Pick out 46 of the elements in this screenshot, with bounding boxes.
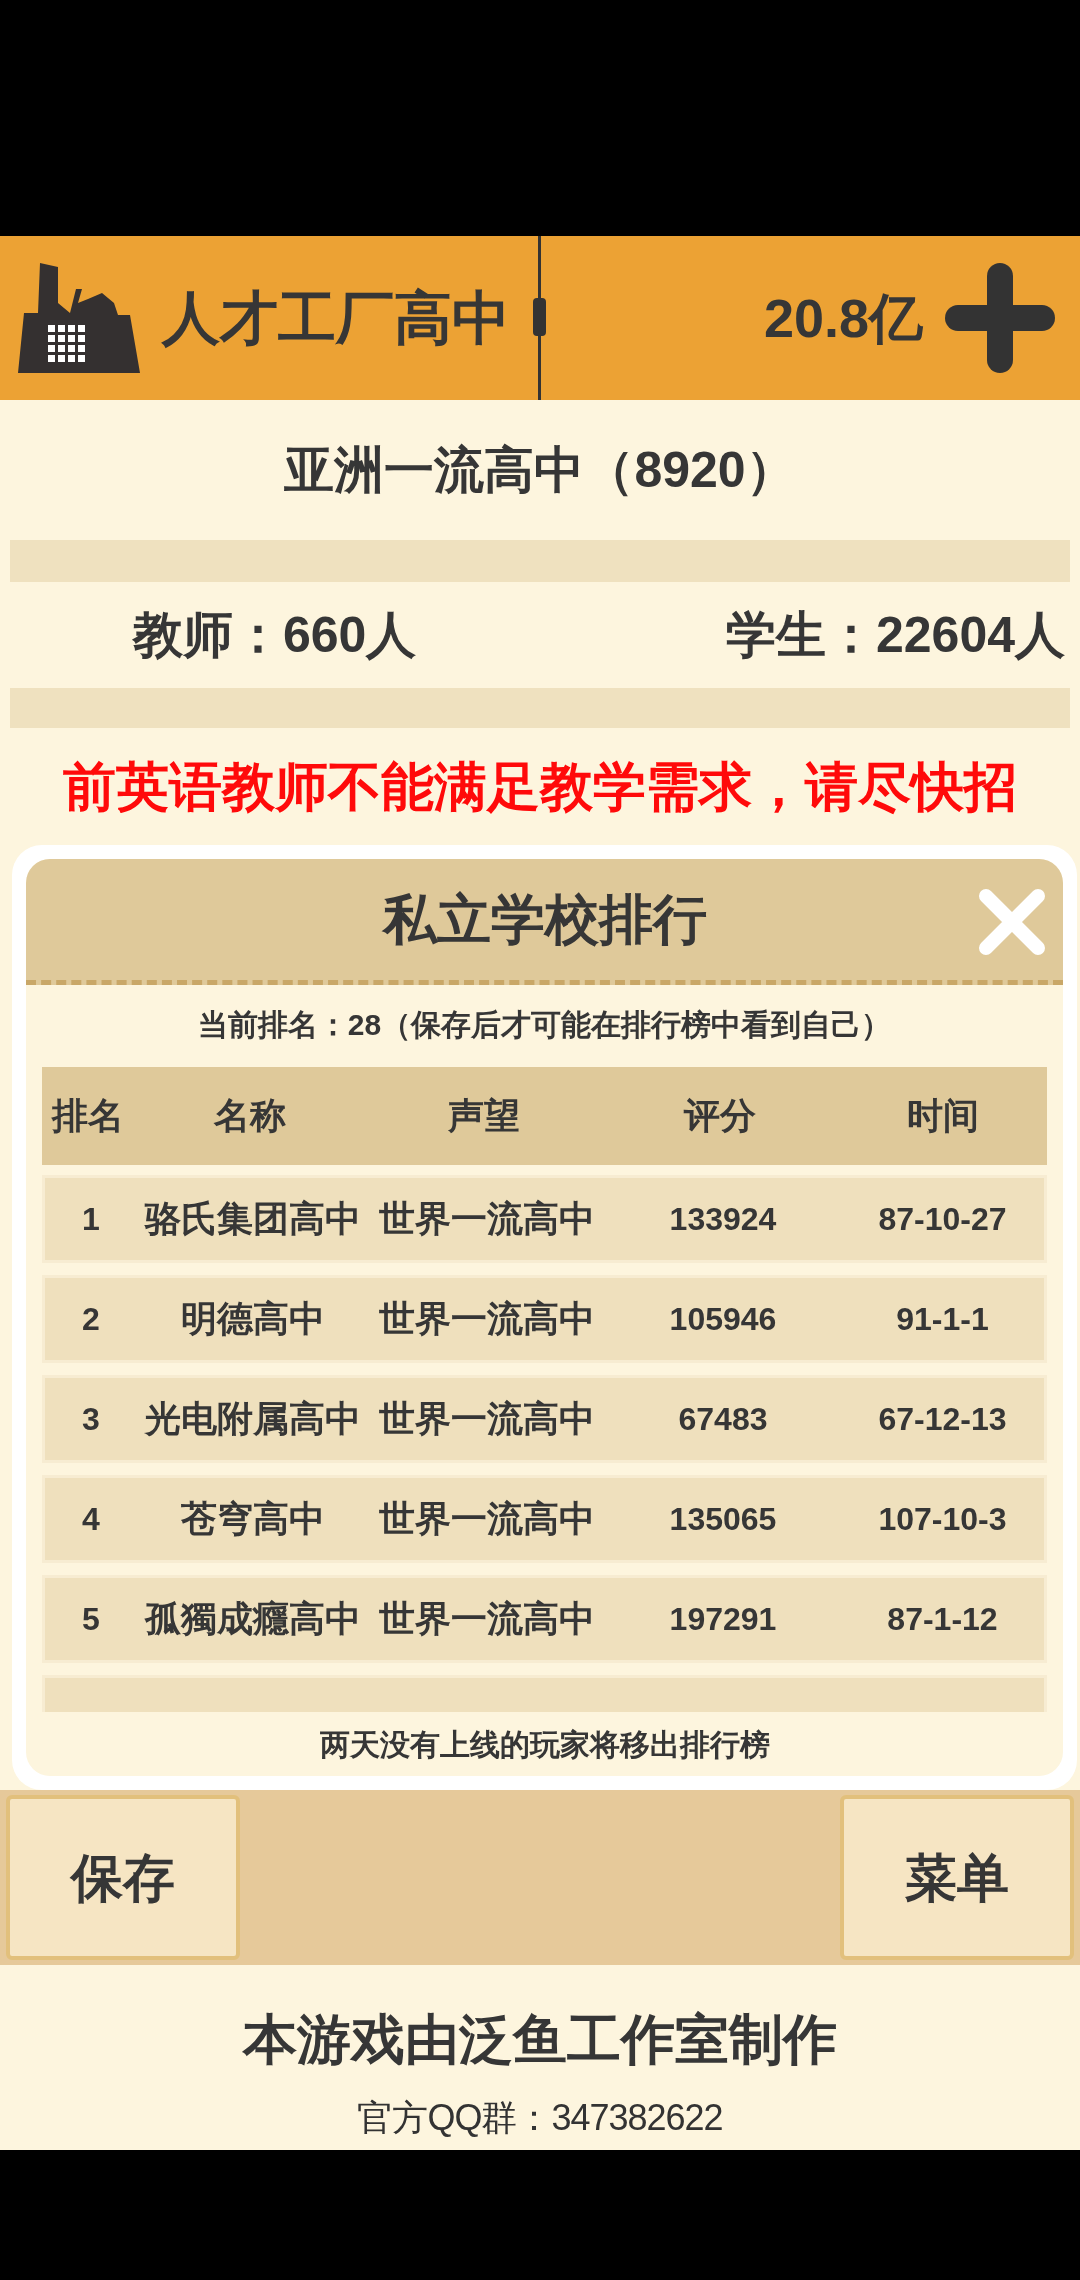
warning-message: 前英语教师不能满足教学需求，请尽快招 <box>63 755 1017 818</box>
stat-text: 学生：22604人 <box>725 605 1065 665</box>
dialog-title: 私立学校排行 <box>382 888 707 951</box>
table-cell-text: 87-10-27 <box>878 1200 1007 1239</box>
table-cell-text: 3 <box>82 1400 100 1439</box>
table-cell-text: 135065 <box>669 1500 777 1539</box>
table-cell-text: 世界一流高中 <box>379 1597 595 1641</box>
column-header: 名称 <box>214 1094 286 1138</box>
table-cell-text: 骆氏集团高中 <box>145 1197 361 1241</box>
table-cell-text: 世界一流高中 <box>379 1497 595 1541</box>
table-cell-text: 87-1-12 <box>887 1600 998 1639</box>
table-cell-text: 197291 <box>669 1600 777 1639</box>
table-cell-text: 明德高中 <box>181 1297 325 1341</box>
save-button[interactable]: 保存 <box>6 1795 240 1960</box>
current-rank-text: 当前排名：28（保存后才可能在排行榜中看到自己） <box>197 1006 892 1043</box>
table-cell-text: 孤獨成癮高中 <box>145 1597 361 1641</box>
stat-text: 教师：660人 <box>133 605 417 665</box>
divider-handle[interactable] <box>533 298 546 336</box>
column-header: 评分 <box>684 1094 756 1138</box>
add-icon[interactable] <box>945 263 1055 373</box>
table-cell-text: 苍穹高中 <box>181 1497 325 1541</box>
table-cell-text: 91-1-1 <box>896 1300 989 1339</box>
table-cell-text: 光电附属高中 <box>145 1397 361 1441</box>
table-cell-text: 世界一流高中 <box>379 1297 595 1341</box>
table-cell-text: 107-10-3 <box>878 1500 1007 1539</box>
table-cell-text: 世界一流高中 <box>379 1197 595 1241</box>
school-level-title: 亚洲一流高中（8920） <box>284 440 796 500</box>
table-cell-text: 67-12-13 <box>878 1400 1007 1439</box>
table-cell-text: 4 <box>82 1500 100 1539</box>
column-header: 声望 <box>448 1094 520 1138</box>
menu-button[interactable]: 菜单 <box>840 1795 1074 1960</box>
table-cell-text: 133924 <box>669 1200 777 1239</box>
column-header: 时间 <box>906 1094 979 1138</box>
factory-icon <box>18 263 140 373</box>
footer-note: 两天没有上线的玩家将移出排行榜 <box>319 1726 770 1763</box>
money-amount: 20.8亿 <box>763 291 923 345</box>
table-cell-text: 5 <box>82 1600 100 1639</box>
column-header: 排名 <box>52 1094 124 1138</box>
credits-text: 本游戏由泛鱼工作室制作 <box>243 2008 837 2071</box>
table-cell-text: 世界一流高中 <box>379 1397 595 1441</box>
table-cell-text: 67483 <box>678 1400 768 1439</box>
table-cell-text: 105946 <box>669 1300 777 1339</box>
school-name: 人才工厂高中 <box>162 289 510 347</box>
table-cell-text: 2 <box>82 1300 100 1339</box>
qq-group-text: 官方QQ群：347382622 <box>357 2098 723 2138</box>
table-cell-text: 1 <box>82 1200 100 1239</box>
